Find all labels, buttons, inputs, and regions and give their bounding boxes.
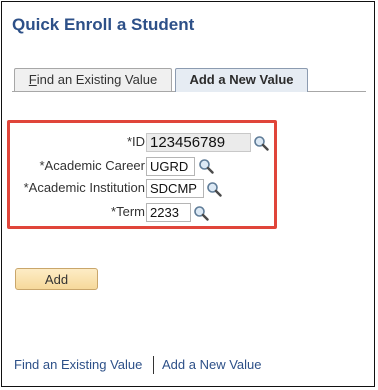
tab-find-mnemonic: F [28, 72, 37, 87]
page-title: Quick Enroll a Student [12, 15, 195, 34]
academic-institution-label: *Academic Institution [23, 180, 145, 195]
academic-institution-input[interactable]: SDCMP [146, 179, 204, 198]
academic-career-lookup-icon[interactable] [198, 158, 214, 174]
term-input[interactable]: 2233 [146, 203, 191, 222]
tab-find-existing-value[interactable]: Find an Existing Value [14, 68, 172, 91]
tab-find-label: ind an Existing Value [36, 72, 158, 87]
academic-career-input[interactable]: UGRD [146, 157, 195, 176]
id-input[interactable]: 123456789 [146, 133, 251, 152]
term-lookup-icon[interactable] [193, 205, 209, 221]
footer-separator [153, 356, 154, 374]
id-label: *ID [126, 134, 145, 149]
add-button[interactable]: Add [15, 268, 98, 290]
academic-institution-lookup-icon[interactable] [206, 181, 222, 197]
academic-career-label: *Academic Career [39, 158, 146, 173]
term-label: *Term [111, 204, 145, 219]
id-lookup-icon[interactable] [253, 135, 269, 151]
footer-find-existing-link[interactable]: Find an Existing Value [14, 357, 142, 372]
tab-add-new-value[interactable]: Add a New Value [175, 68, 308, 92]
footer-add-new-link[interactable]: Add a New Value [162, 357, 262, 372]
